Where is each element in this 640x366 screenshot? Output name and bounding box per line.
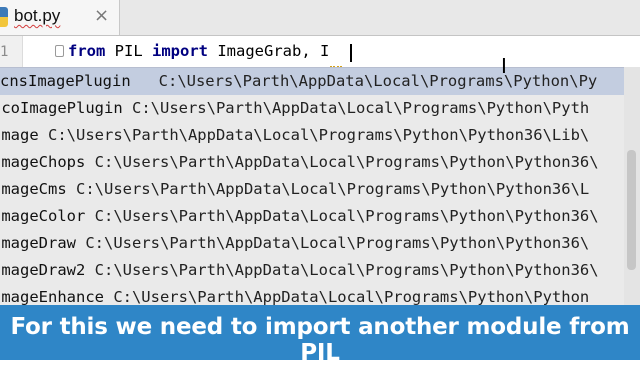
keyword-from: from [68,42,106,60]
keyword-import: import [152,42,208,60]
completion-item[interactable]: Image C:\Users\Parth\AppData\Local\Progr… [0,122,632,149]
completion-item[interactable]: IcoImagePlugin C:\Users\Parth\AppData\Lo… [0,95,632,122]
completion-popup: cnsImagePlugin C:\Users\Parth\AppData\Lo… [0,67,640,313]
tab-label: bot.py [14,6,61,25]
completion-item[interactable]: cnsImagePlugin C:\Users\Parth\AppData\Lo… [0,68,640,95]
completion-item[interactable]: ImageChops C:\Users\Parth\AppData\Local\… [0,149,632,176]
close-icon[interactable]: × [94,5,109,26]
module-name: PIL [105,42,152,60]
tab-bot-py[interactable]: bot.py × [0,0,120,35]
code-line[interactable]: from PIL import ImageGrab, I [68,42,329,60]
caption-text: For this we need to import another modul… [10,314,630,366]
line-number: 1 [0,44,9,60]
completion-item[interactable]: ImageDraw2 C:\Users\Parth\AppData\Local\… [0,257,632,284]
ibeam-cursor-icon: I [501,54,507,78]
completion-item[interactable]: ImageCms C:\Users\Parth\AppData\Local\Pr… [0,176,632,203]
fold-marker-icon[interactable] [55,45,64,57]
editor-tab-bar: bot.py × [0,0,640,36]
text-caret [350,44,352,62]
import-targets: ImageGrab, I [208,42,330,60]
completion-item[interactable]: ImageColor C:\Users\Parth\AppData\Local\… [0,203,632,230]
popup-scroll-thumb[interactable] [627,150,636,270]
completion-item[interactable]: ImageDraw C:\Users\Parth\AppData\Local\P… [0,230,632,257]
python-file-icon [0,7,8,27]
